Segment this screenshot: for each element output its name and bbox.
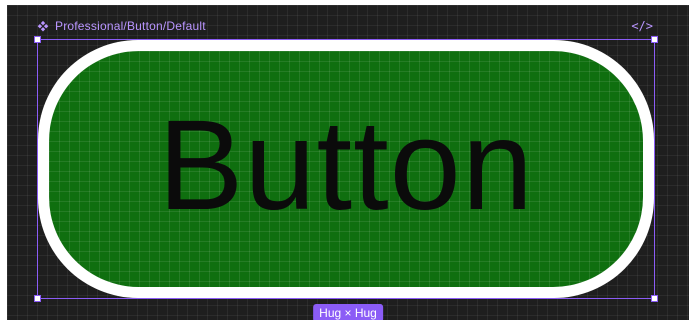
code-icon[interactable]: </> — [631, 17, 653, 35]
size-badge: Hug × Hug — [313, 304, 383, 320]
button-component[interactable]: Button — [38, 40, 654, 298]
resize-handle-bottom-right[interactable] — [651, 295, 658, 302]
frame-label[interactable]: Professional/Button/Default — [37, 17, 206, 35]
code-icon-glyph: </> — [631, 19, 653, 33]
component-icon — [37, 20, 49, 32]
resize-handle-top-left[interactable] — [34, 36, 41, 43]
button-label: Button — [157, 94, 535, 237]
button-fill[interactable]: Button — [49, 51, 643, 287]
resize-handle-bottom-left[interactable] — [34, 295, 41, 302]
resize-handle-top-right[interactable] — [651, 36, 658, 43]
design-canvas[interactable]: Professional/Button/Default </> Button H… — [7, 5, 689, 320]
frame-path-text: Professional/Button/Default — [55, 19, 206, 33]
